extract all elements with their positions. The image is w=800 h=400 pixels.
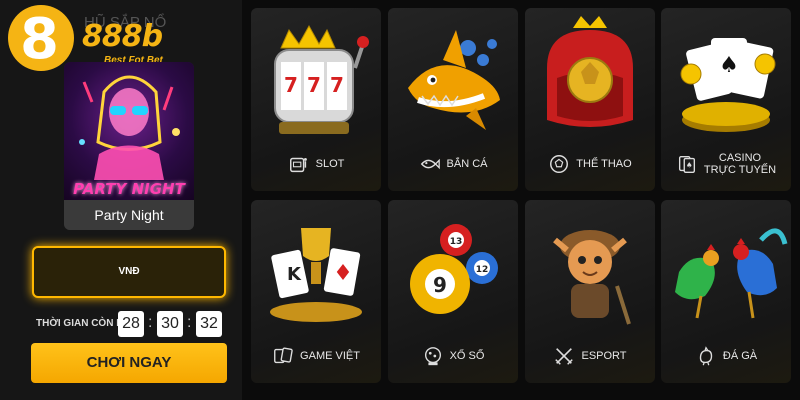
category-label-casino: ♠ CASINO TRỰC TUYẾN bbox=[661, 147, 791, 181]
category-name: THỂ THAO bbox=[576, 158, 632, 170]
category-tile-slot[interactable]: 7 7 7 SLOT bbox=[251, 8, 381, 191]
featured-game-art-title: PARTY NIGHT bbox=[73, 180, 185, 198]
featured-game-name: Party Night bbox=[64, 200, 194, 230]
category-label-cockfight: ĐÁ GÀ bbox=[661, 339, 791, 373]
category-name: SLOT bbox=[315, 158, 345, 170]
svg-text:♦: ♦ bbox=[333, 261, 353, 286]
sports-chair-art bbox=[547, 16, 633, 127]
category-tile-sports[interactable]: THỂ THAO bbox=[525, 8, 655, 191]
slot-machine-art: 7 7 7 bbox=[274, 24, 369, 134]
category-label-lottery: XỔ SỐ bbox=[388, 339, 518, 373]
svg-text:K: K bbox=[287, 264, 302, 285]
crossed-swords-icon bbox=[555, 348, 574, 365]
category-tile-game-viet[interactable]: K ♦ GAME VIỆT bbox=[251, 200, 381, 383]
category-name: ESPORT bbox=[581, 350, 627, 362]
category-tile-fishing[interactable]: BẮN CÁ bbox=[388, 8, 518, 191]
game-lobby: HŨ SẮP NỔ 8 888b Best Fot Bet PARTY NIGH… bbox=[0, 0, 800, 400]
svg-text:♠: ♠ bbox=[686, 161, 693, 170]
countdown-separator: : bbox=[148, 314, 153, 331]
play-now-button[interactable]: CHƠI NGAY bbox=[31, 343, 227, 383]
svg-text:12: 12 bbox=[476, 265, 489, 275]
category-tile-cockfight[interactable]: ĐÁ GÀ bbox=[661, 200, 791, 383]
game-viet-art: K ♦ bbox=[270, 228, 362, 322]
logo-mark: 8 bbox=[20, 7, 59, 72]
svg-text:7: 7 bbox=[307, 73, 321, 97]
cockfight-art bbox=[675, 228, 788, 319]
rooster-icon bbox=[699, 346, 713, 366]
countdown-separator: : bbox=[187, 314, 192, 331]
featured-game-card[interactable]: PARTY NIGHT Party Night bbox=[64, 62, 194, 230]
fish-icon bbox=[420, 158, 440, 170]
casino-cards-art: ♠ bbox=[680, 38, 776, 132]
svg-text:7: 7 bbox=[330, 73, 344, 97]
lottery-balls-art: 13 12 9 bbox=[410, 224, 498, 314]
shark-art bbox=[408, 30, 500, 130]
lottery-ball-icon bbox=[424, 347, 441, 366]
svg-text:♠: ♠ bbox=[719, 53, 739, 78]
category-name: XỔ SỐ bbox=[449, 350, 485, 362]
card-game-icon bbox=[274, 347, 293, 364]
category-label-fishing: BẮN CÁ bbox=[388, 147, 518, 181]
category-name: ĐÁ GÀ bbox=[722, 350, 758, 362]
category-name-line2: TRỰC TUYẾN bbox=[703, 164, 777, 176]
countdown-seconds: 32 bbox=[196, 311, 222, 337]
soccer-ball-icon bbox=[550, 155, 569, 173]
category-tile-esport[interactable]: ESPORT bbox=[525, 200, 655, 383]
category-label-esport: ESPORT bbox=[525, 339, 655, 373]
category-tile-casino[interactable]: ♠ ♠ CASINO TRỰC TUYẾN bbox=[661, 8, 791, 191]
slot-machine-icon bbox=[289, 157, 307, 173]
svg-text:9: 9 bbox=[433, 273, 447, 297]
category-label-slot: SLOT bbox=[251, 147, 381, 181]
category-label-sports: THỂ THAO bbox=[525, 147, 655, 181]
category-tile-lottery[interactable]: 13 12 9 XỔ SỐ bbox=[388, 200, 518, 383]
jackpot-amount-display: VNĐ bbox=[32, 246, 226, 298]
countdown-minutes: 30 bbox=[157, 311, 183, 337]
playing-cards-icon: ♠ bbox=[678, 155, 695, 173]
esport-character-art bbox=[553, 230, 631, 325]
category-name-multiline: CASINO TRỰC TUYẾN bbox=[704, 152, 776, 176]
svg-text:13: 13 bbox=[450, 237, 463, 247]
category-name-line1: CASINO bbox=[718, 152, 762, 164]
jackpot-panel: HŨ SẮP NỔ 8 888b Best Fot Bet PARTY NIGH… bbox=[0, 0, 242, 400]
category-name: BẮN CÁ bbox=[446, 158, 488, 170]
logo-text: 888b bbox=[82, 19, 163, 54]
countdown-hours: 28 bbox=[118, 311, 144, 337]
svg-text:7: 7 bbox=[284, 73, 298, 97]
category-label-game-viet: GAME VIỆT bbox=[251, 339, 381, 373]
brand-logo[interactable]: 8 888b Best Fot Bet bbox=[8, 5, 178, 72]
category-name: GAME VIỆT bbox=[300, 350, 360, 362]
jackpot-currency: VNĐ bbox=[118, 266, 140, 277]
